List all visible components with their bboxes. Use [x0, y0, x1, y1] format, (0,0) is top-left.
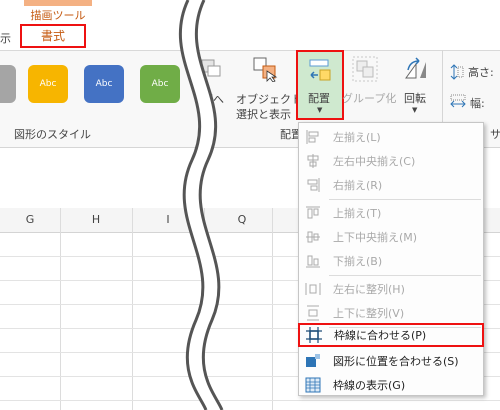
align-dropdown-menu: 左揃え(L) 左右中央揃え(C) 右揃え(R) 上揃え(T) 上下中央揃え(M)…	[298, 122, 484, 396]
grid-vline	[272, 208, 273, 410]
distribute-vertical-icon	[307, 305, 319, 321]
menu-item-align-left[interactable]: 左揃え(L)	[299, 125, 483, 149]
tab-format[interactable]: 書式	[20, 24, 86, 48]
column-header-g[interactable]: G	[0, 208, 60, 232]
menu-item-distribute-horizontal[interactable]: 左右に整列(H)	[299, 277, 483, 301]
column-header-h[interactable]: H	[60, 208, 132, 232]
menu-item-label: 枠線に合わせる(P)	[334, 329, 427, 342]
context-tab-drawing-tools: 描画ツール	[30, 9, 86, 22]
menu-separator	[329, 275, 481, 276]
align-bottom-icon	[306, 255, 320, 268]
align-middle-icon	[306, 231, 320, 243]
selection-pane-icon[interactable]	[252, 56, 278, 83]
menu-item-label: 左右に整列(H)	[333, 283, 405, 296]
group-divider	[442, 50, 443, 122]
height-icon	[450, 64, 464, 80]
shape-style-blue[interactable]: Abc	[84, 65, 124, 103]
shape-style-orange[interactable]: Abc	[28, 65, 68, 103]
view-gridlines-icon	[305, 377, 321, 393]
group-label-size: サ	[490, 128, 500, 141]
menu-item-label: 左揃え(L)	[333, 131, 381, 144]
grid-vline	[60, 208, 61, 410]
menu-item-label: 図形に位置を合わせる(S)	[333, 355, 459, 368]
align-label: 配置	[308, 92, 330, 105]
menu-item-align-middle[interactable]: 上下中央揃え(M)	[299, 225, 483, 249]
rotate-label[interactable]: 回転	[404, 91, 426, 106]
menu-item-label: 上下中央揃え(M)	[333, 231, 418, 244]
menu-item-align-right[interactable]: 右揃え(R)	[299, 173, 483, 197]
menu-item-label: 下揃え(B)	[333, 255, 383, 268]
snap-to-grid-icon	[306, 327, 322, 343]
menu-item-view-gridlines[interactable]: 枠線の表示(G)	[299, 373, 483, 397]
group-label[interactable]: グループ化	[342, 91, 396, 106]
snap-to-shape-icon	[306, 354, 320, 367]
align-left-icon	[306, 130, 319, 144]
menu-item-label: 右揃え(R)	[333, 179, 383, 192]
menu-item-align-center[interactable]: 左右中央揃え(C)	[299, 149, 483, 173]
grid-hline	[0, 400, 500, 401]
menu-item-snap-to-shape[interactable]: 図形に位置を合わせる(S)	[299, 349, 483, 373]
wavy-break-divider	[178, 0, 224, 410]
menu-item-align-top[interactable]: 上揃え(T)	[299, 201, 483, 225]
grid-vline	[132, 208, 133, 410]
width-label: 幅:	[470, 97, 485, 110]
group-label-shape-styles: 図形のスタイル	[14, 128, 91, 141]
chevron-down-icon: ▼	[412, 106, 418, 114]
menu-item-align-bottom[interactable]: 下揃え(B)	[299, 249, 483, 273]
menu-separator	[329, 199, 481, 200]
align-top-icon	[306, 206, 320, 219]
chevron-down-icon: ▼	[317, 106, 323, 114]
context-tab-band	[24, 0, 92, 6]
height-label: 高さ:	[468, 66, 494, 79]
width-icon	[450, 94, 466, 108]
tab-view-fragment[interactable]: 示	[0, 30, 11, 46]
align-right-icon	[307, 178, 320, 192]
align-center-icon	[307, 154, 319, 168]
menu-item-distribute-vertical[interactable]: 上下に整列(V)	[299, 301, 483, 325]
align-icon	[308, 58, 332, 82]
menu-item-label: 上下に整列(V)	[333, 307, 405, 320]
menu-item-label: 枠線の表示(G)	[333, 379, 406, 392]
menu-item-snap-to-grid[interactable]: 枠線に合わせる(P)	[298, 323, 484, 347]
shape-style-gray[interactable]	[0, 65, 16, 103]
rotate-icon[interactable]	[402, 56, 428, 82]
distribute-horizontal-icon	[305, 283, 321, 295]
menu-item-label: 上揃え(T)	[333, 207, 382, 220]
menu-item-label: 左右中央揃え(C)	[333, 155, 416, 168]
group-icon[interactable]	[352, 56, 378, 82]
